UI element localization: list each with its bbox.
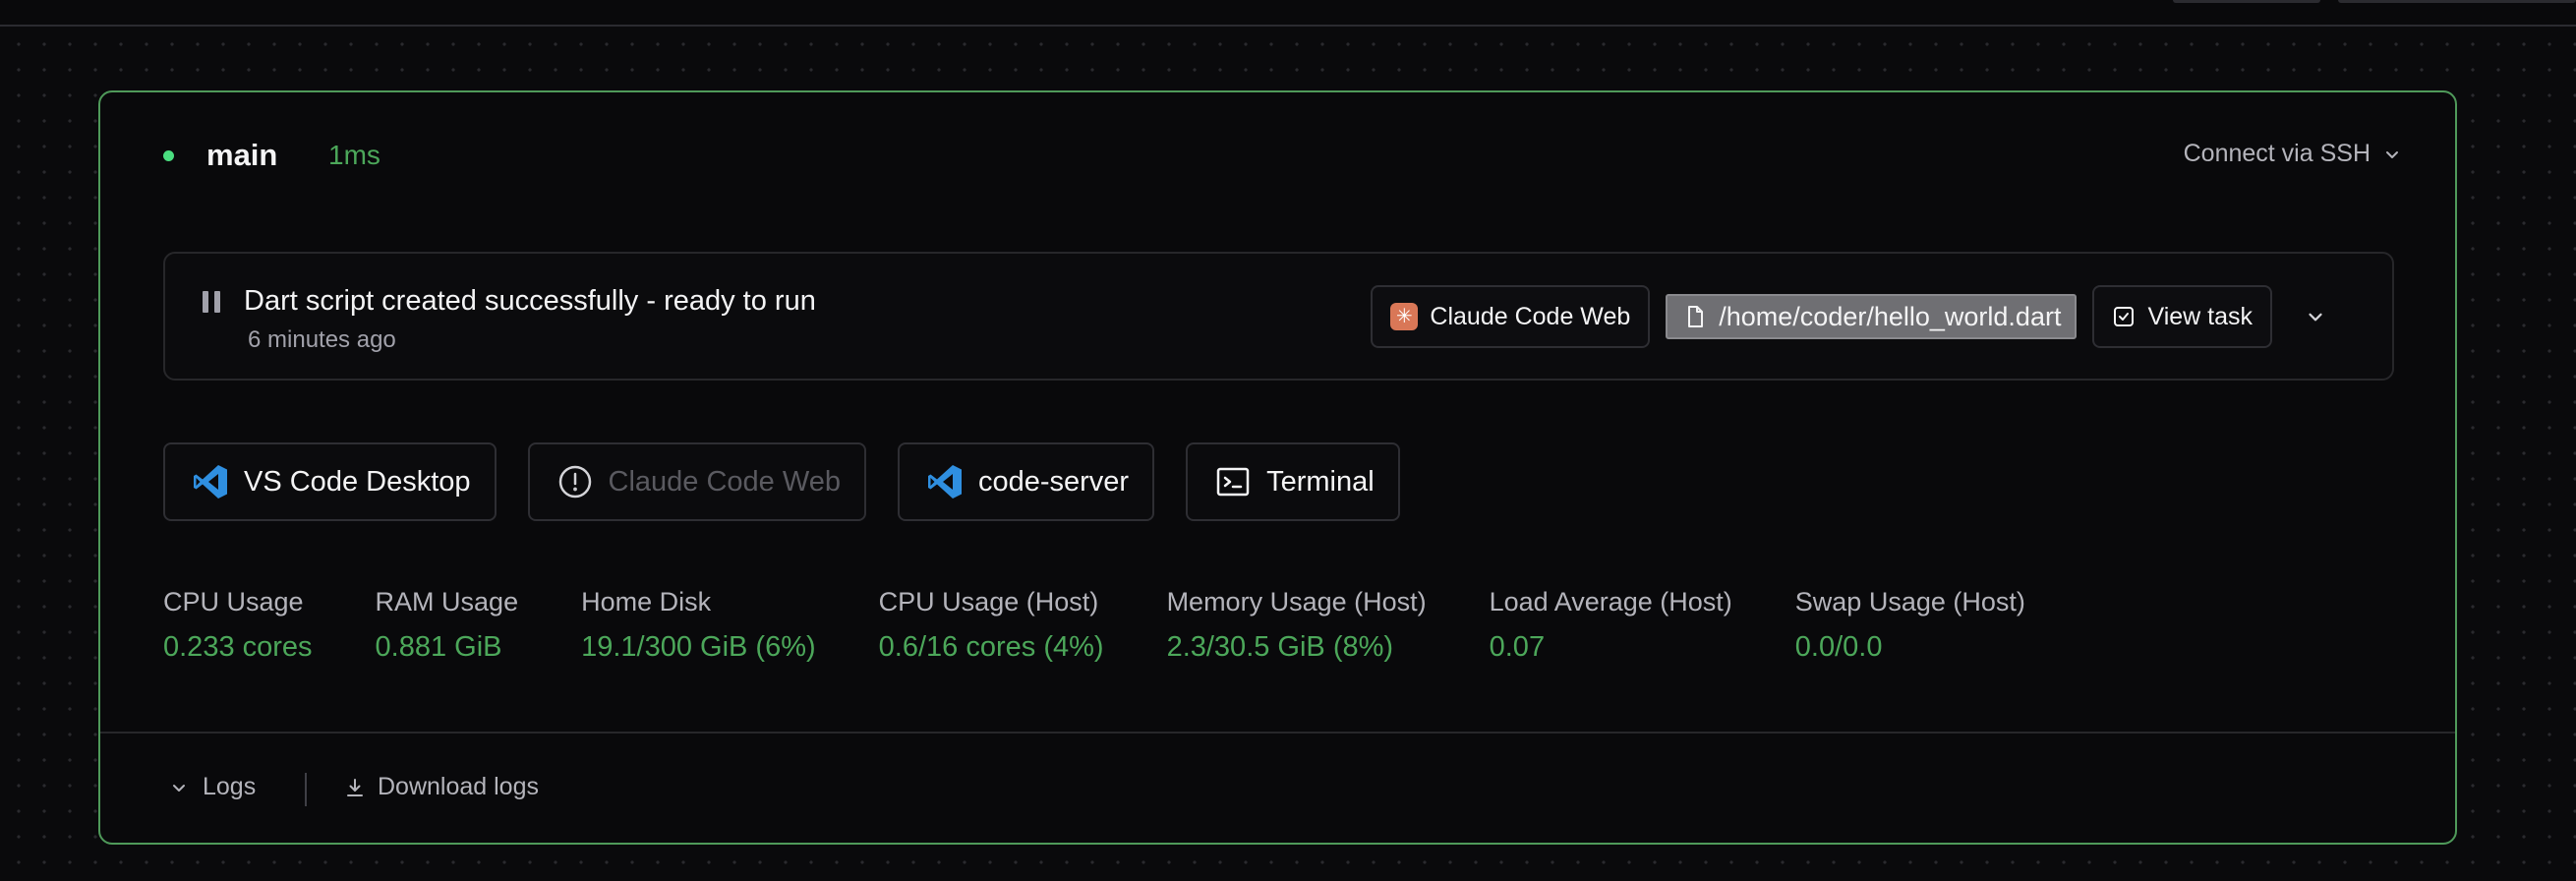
metric-label: CPU Usage (163, 587, 304, 617)
logs-label: Logs (203, 773, 257, 800)
task-app-label: Claude Code Web (1430, 302, 1631, 330)
vscode-icon (927, 465, 962, 499)
logs-toggle-button[interactable]: Logs (169, 773, 256, 801)
app-label: Terminal (1266, 465, 1375, 498)
app-label: Claude Code Web (608, 465, 841, 498)
top-bar-tab[interactable] (2338, 0, 2576, 3)
metric-value: 2.3/30.5 GiB (8%) (1166, 631, 1394, 663)
metric-label: Load Average (Host) (1489, 587, 1732, 617)
metric-memory-usage-host: Memory Usage (Host) 2.3/30.5 GiB (8%) (1167, 587, 1427, 664)
warning-circle-icon (558, 465, 591, 499)
metric-value: 0.233 cores (163, 631, 313, 663)
file-path: /home/coder/hello_world.dart (1719, 301, 2062, 331)
chevron-down-icon (2309, 313, 2322, 322)
metric-label: Swap Usage (Host) (1794, 587, 2025, 617)
agent-latency: 1ms (328, 140, 381, 170)
resource-metrics: CPU Usage 0.233 cores RAM Usage 0.881 Gi… (163, 587, 2088, 664)
metric-label: Home Disk (581, 587, 712, 617)
metric-home-disk: Home Disk 19.1/300 GiB (6%) (581, 587, 816, 664)
file-icon (1688, 306, 1704, 327)
vscode-desktop-button[interactable]: VS Code Desktop (163, 442, 497, 521)
metric-value: 0.881 GiB (375, 631, 502, 663)
workspace-agent-card: main 1ms Connect via SSH Dart script cre… (98, 90, 2457, 845)
metric-value: 19.1/300 GiB (6%) (581, 631, 816, 663)
metric-value: 0.07 (1489, 631, 1546, 663)
top-bar-tab[interactable] (2173, 0, 2320, 3)
metric-cpu-usage: CPU Usage 0.233 cores (163, 587, 313, 664)
claude-code-web-app-button[interactable]: Claude Code Web (527, 442, 866, 521)
view-task-button[interactable]: View task (2092, 285, 2272, 348)
task-timestamp: 6 minutes ago (248, 326, 396, 353)
agent-name: main (206, 138, 278, 172)
chevron-down-icon (173, 784, 185, 792)
footer-divider (305, 773, 307, 806)
checkbox-icon (2114, 307, 2135, 326)
metric-label: Memory Usage (Host) (1166, 587, 1427, 617)
task-title: Dart script created successfully - ready… (244, 285, 816, 317)
task-actions: ✳ Claude Code Web /home/coder/hello_worl… (1371, 285, 2343, 348)
metric-value: 0.6/16 cores (4%) (878, 631, 1104, 663)
download-logs-button[interactable]: Download logs (344, 773, 539, 801)
card-footer: Logs Download logs (100, 732, 2455, 845)
vscode-icon (194, 465, 227, 499)
chevron-down-icon (2386, 150, 2398, 158)
claude-logo-icon: ✳ (1390, 303, 1419, 330)
top-bar (0, 0, 2576, 27)
agent-status-dot (163, 150, 174, 161)
metric-label: CPU Usage (Host) (878, 587, 1099, 617)
terminal-icon (1216, 467, 1250, 497)
metric-ram-usage: RAM Usage 0.881 GiB (376, 587, 519, 664)
metric-label: RAM Usage (375, 587, 519, 617)
code-server-button[interactable]: code-server (897, 442, 1155, 521)
terminal-button[interactable]: Terminal (1186, 442, 1400, 521)
metric-value: 0.0/0.0 (1794, 631, 1883, 663)
task-expand-button[interactable] (2288, 285, 2343, 348)
download-logs-label: Download logs (378, 773, 539, 800)
agent-header: main 1ms Connect via SSH (100, 92, 2455, 220)
pause-icon (203, 291, 220, 315)
app-label: code-server (977, 465, 1130, 498)
connect-ssh-label: Connect via SSH (2183, 140, 2371, 167)
connect-ssh-button[interactable]: Connect via SSH (2184, 140, 2402, 168)
metric-load-average-host: Load Average (Host) 0.07 (1490, 587, 1732, 664)
app-buttons: VS Code Desktop Claude Code Web code-ser… (163, 442, 1400, 521)
file-path-chip[interactable]: /home/coder/hello_world.dart (1666, 294, 2078, 339)
claude-code-web-chip[interactable]: ✳ Claude Code Web (1371, 285, 1651, 348)
download-icon (347, 778, 363, 796)
metric-swap-usage-host: Swap Usage (Host) 0.0/0.0 (1795, 587, 2025, 664)
metric-cpu-usage-host: CPU Usage (Host) 0.6/16 cores (4%) (879, 587, 1104, 664)
view-task-label: View task (2147, 302, 2253, 330)
app-label: VS Code Desktop (244, 465, 471, 498)
task-status-box: Dart script created successfully - ready… (163, 252, 2394, 381)
